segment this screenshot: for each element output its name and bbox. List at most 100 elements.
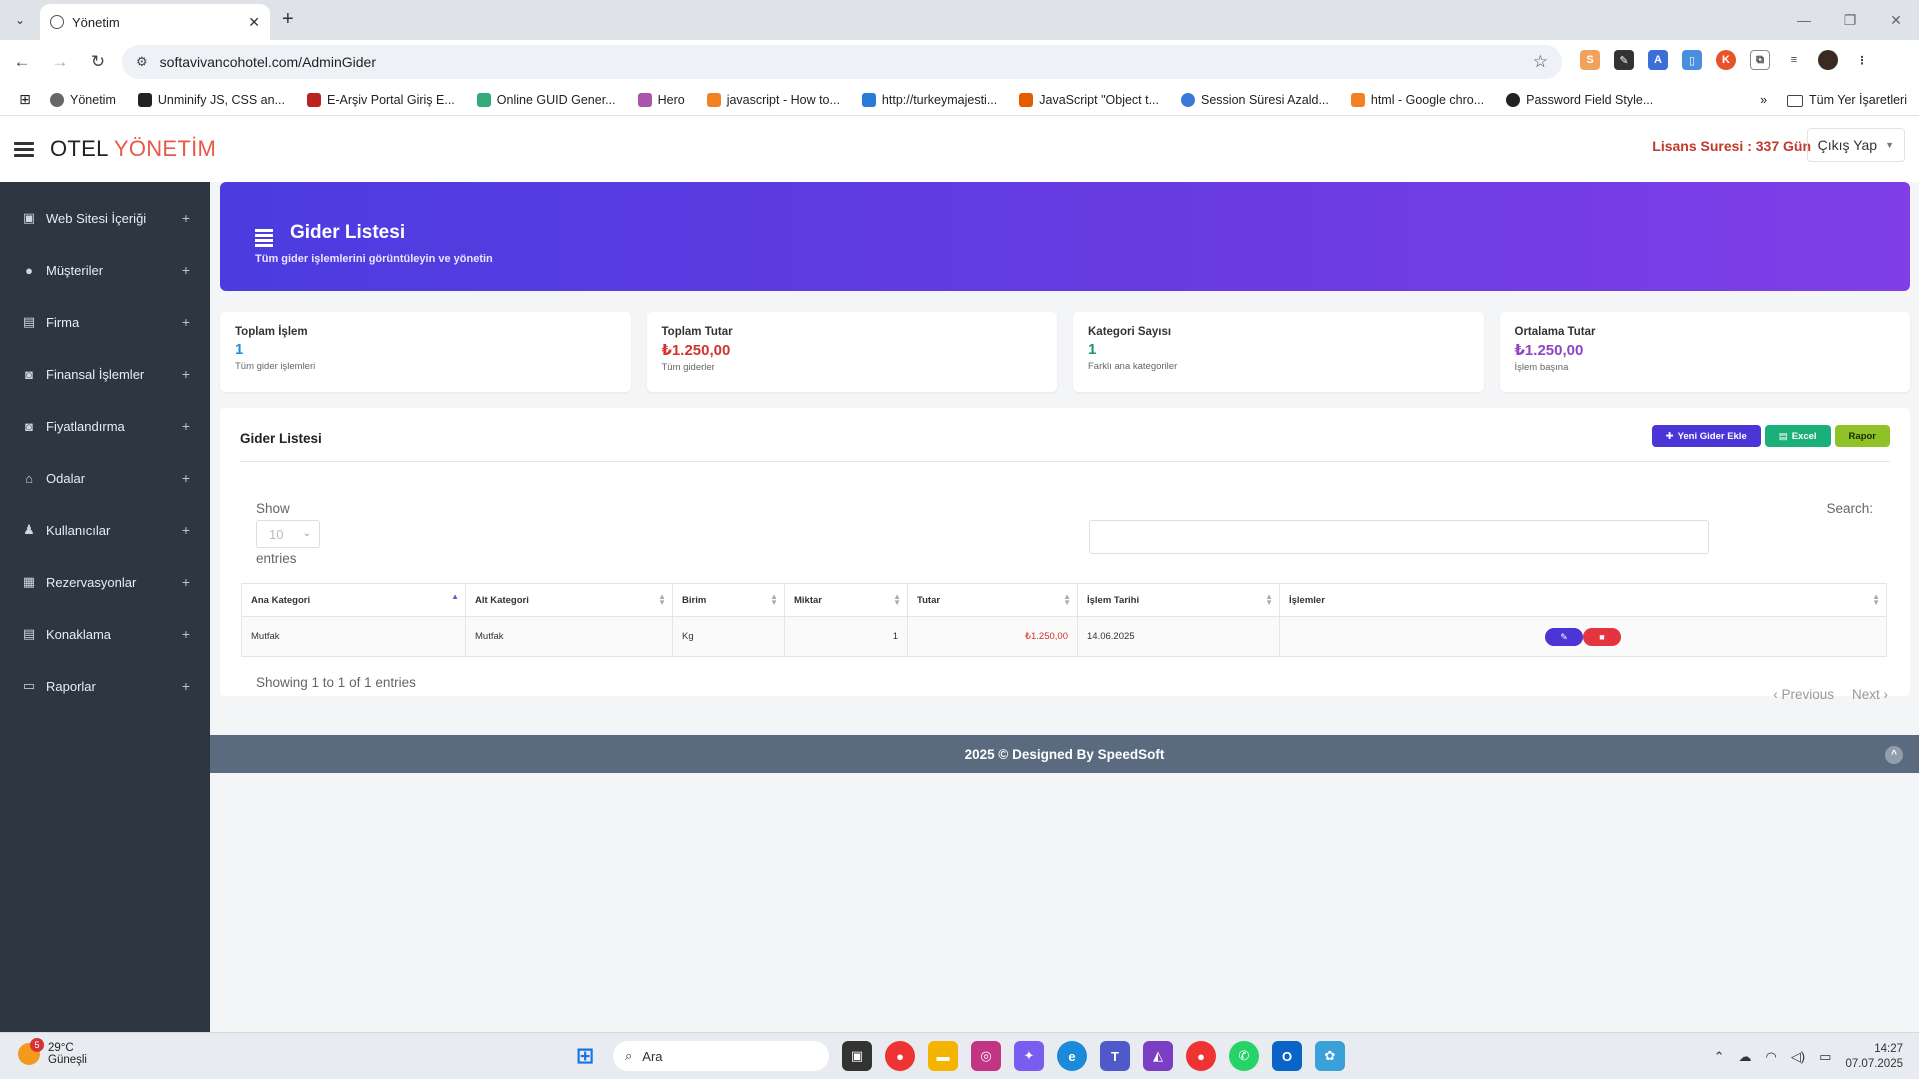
visual-studio-icon[interactable]: ◭ — [1143, 1041, 1173, 1071]
battery-icon[interactable]: ▭ — [1819, 1049, 1831, 1065]
sun-icon: 5 — [18, 1038, 44, 1065]
excel-button[interactable]: ▤ Excel — [1764, 425, 1831, 447]
sidebar-item-musteriler[interactable]: ● Müşteriler + — [0, 244, 210, 296]
page-size-select[interactable]: 10 ⌄ — [256, 520, 320, 548]
bookmark-item[interactable]: E-Arşiv Portal Giriş E... — [306, 92, 455, 107]
bookmark-item[interactable]: Online GUID Gener... — [476, 92, 616, 107]
previous-page-button[interactable]: ‹ Previous — [1773, 687, 1834, 702]
restore-icon[interactable]: ❐ — [1827, 0, 1873, 40]
search-input[interactable] — [1089, 520, 1709, 554]
browser-tab[interactable]: Yönetim ✕ — [40, 4, 270, 40]
apps-icon[interactable]: ⊞ — [0, 91, 50, 108]
volume-icon[interactable]: ◁) — [1791, 1049, 1805, 1065]
bookmark-star-icon[interactable]: ☆ — [1533, 52, 1548, 72]
whatsapp-icon[interactable]: ✆ — [1229, 1041, 1259, 1071]
puzzle-icon[interactable]: ⧉ — [1750, 50, 1770, 70]
sidebar-item-konaklama[interactable]: ▤ Konaklama + — [0, 608, 210, 660]
logout-dropdown[interactable]: Çıkış Yap ▼ — [1806, 128, 1905, 162]
task-view-icon[interactable]: ▣ — [842, 1041, 872, 1071]
bookmark-item[interactable]: Yönetim — [50, 92, 116, 107]
weather-widget[interactable]: 5 29°C Güneşli — [18, 1038, 87, 1066]
eyedropper-icon[interactable]: ✎ — [1614, 50, 1634, 70]
windows-start-icon[interactable]: ⊞ — [570, 1041, 600, 1071]
site-settings-icon[interactable]: ⚙ — [136, 54, 148, 70]
chrome-active-icon[interactable]: ● — [1186, 1041, 1216, 1071]
minimize-icon[interactable]: — — [1781, 0, 1827, 40]
next-page-button[interactable]: Next › — [1852, 687, 1888, 702]
add-expense-button[interactable]: ✚ Yeni Gider Ekle — [1651, 425, 1761, 447]
column-header-islem-tarihi[interactable]: İşlem Tarihi ▲ ▼ — [1077, 583, 1280, 617]
delete-button[interactable]: ■ — [1583, 627, 1621, 646]
outlook-icon[interactable]: O — [1272, 1041, 1302, 1071]
sidebar-item-rezervasyonlar[interactable]: ▦ Rezervasyonlar + — [0, 556, 210, 608]
file-explorer-icon[interactable]: ▬ — [928, 1041, 958, 1071]
extension-icon[interactable]: S — [1580, 50, 1600, 70]
chevron-up-icon[interactable]: ⌃ — [1714, 1049, 1725, 1065]
sidebar-item-firma[interactable]: ▤ Firma + — [0, 296, 210, 348]
close-window-icon[interactable]: ✕ — [1873, 0, 1919, 40]
column-header-miktar[interactable]: Miktar ▲ ▼ — [784, 583, 908, 617]
more-bookmarks-icon[interactable]: » — [1760, 93, 1767, 107]
bookmarks-right: » Tüm Yer İşaretleri — [1760, 84, 1907, 116]
copilot-icon[interactable]: ✦ — [1014, 1041, 1044, 1071]
bookmark-item[interactable]: javascript - How to... — [706, 92, 840, 107]
tab-search-icon[interactable]: ⌄ — [0, 0, 40, 40]
avatar[interactable] — [1818, 50, 1838, 70]
bookmark-favicon-icon — [1019, 92, 1034, 107]
column-header-ana-kategori[interactable]: Ana Kategori ▲ — [241, 583, 466, 617]
sidebar-item-raporlar[interactable]: ▭ Raporlar + — [0, 660, 210, 712]
new-tab-icon[interactable]: + — [282, 8, 294, 31]
media-icon[interactable]: ≡ — [1784, 50, 1804, 70]
bookmark-item[interactable]: Unminify JS, CSS an... — [137, 92, 285, 107]
column-header-tutar[interactable]: Tutar ▲ ▼ — [907, 583, 1078, 617]
address-bar[interactable]: ⚙ softavivancohotel.com/AdminGider ☆ — [122, 45, 1562, 79]
reload-icon[interactable]: ↻ — [82, 52, 114, 72]
search-icon: ⌕ — [625, 1048, 633, 1063]
bookmark-item[interactable]: html - Google chro... — [1350, 92, 1484, 107]
column-header-alt-kategori[interactable]: Alt Kategori ▲ ▼ — [465, 583, 673, 617]
extension-icon[interactable]: ▯ — [1682, 50, 1702, 70]
extension-icon[interactable]: K — [1716, 50, 1736, 70]
bookmark-item[interactable]: http://turkeymajesti... — [861, 92, 997, 107]
bookmark-item[interactable]: Session Süresi Azald... — [1181, 92, 1329, 107]
chrome-icon[interactable]: ● — [885, 1041, 915, 1071]
scroll-top-icon[interactable]: ^ — [1885, 746, 1903, 764]
sidebar-item-odalar[interactable]: ⌂ Odalar + — [0, 452, 210, 504]
cloud-off-icon[interactable]: ☁ — [1738, 1049, 1751, 1065]
sidebar-item-fiyatlandirma[interactable]: ◙ Fiyatlandırma + — [0, 400, 210, 452]
taskbar-search[interactable]: ⌕ Ara — [613, 1041, 829, 1071]
edit-button[interactable]: ✎ — [1545, 627, 1583, 646]
forward-icon[interactable]: → — [44, 52, 76, 72]
clock[interactable]: 14:27 07.07.2025 — [1845, 1042, 1903, 1072]
sidebar-item-kullanicilar[interactable]: ♟ Kullanıcılar + — [0, 504, 210, 556]
instagram-icon[interactable]: ◎ — [971, 1041, 1001, 1071]
edge-icon[interactable]: e — [1057, 1041, 1087, 1071]
bookmark-item[interactable]: Password Field Style... — [1506, 92, 1653, 107]
back-icon[interactable]: ← — [6, 52, 38, 72]
bookmark-favicon-icon — [1181, 92, 1196, 107]
bookmark-favicon-icon — [861, 92, 876, 107]
translate-icon[interactable]: A — [1648, 50, 1668, 70]
column-header-birim[interactable]: Birim ▲ ▼ — [672, 583, 785, 617]
sidebar-item-finansal[interactable]: ◙ Finansal İşlemler + — [0, 348, 210, 400]
brand-logo[interactable]: OTEL YÖNETİM — [50, 136, 216, 162]
wifi-icon[interactable]: ◠ — [1765, 1049, 1776, 1065]
hamburger-menu-icon[interactable] — [14, 139, 34, 160]
app-icon[interactable]: ✿ — [1315, 1041, 1345, 1071]
menu-icon[interactable]: ⋮ — [1852, 50, 1872, 70]
report-button[interactable]: Rapor — [1834, 425, 1890, 447]
close-tab-icon[interactable]: ✕ — [248, 14, 260, 31]
stat-card-ortalama-tutar: Ortalama Tutar ₺1.250,00 İşlem başına — [1499, 312, 1910, 392]
cell-islem-tarihi: 14.06.2025 — [1077, 616, 1280, 657]
all-bookmarks[interactable]: Tüm Yer İşaretleri — [1787, 93, 1907, 107]
url-text: softavivancohotel.com/AdminGider — [159, 54, 376, 70]
bookmark-item[interactable]: JavaScript "Object t... — [1019, 92, 1159, 107]
column-header-islemler[interactable]: İşlemler ▲ ▼ — [1279, 583, 1887, 617]
sidebar-item-web-sitesi[interactable]: ▣ Web Sitesi İçeriği + — [0, 192, 210, 244]
sort-icon: ▲ ▼ — [770, 592, 778, 607]
page-title: Gider Listesi — [290, 222, 406, 243]
teams-icon[interactable]: T — [1100, 1041, 1130, 1071]
bookmark-item[interactable]: Hero — [637, 92, 685, 107]
table-info: Showing 1 to 1 of 1 entries — [256, 675, 416, 690]
taskbar: 5 29°C Güneşli ⊞ ⌕ Ara ▣ ● ▬ ◎ ✦ e T ◭ ● ✆… — [0, 1032, 1919, 1079]
